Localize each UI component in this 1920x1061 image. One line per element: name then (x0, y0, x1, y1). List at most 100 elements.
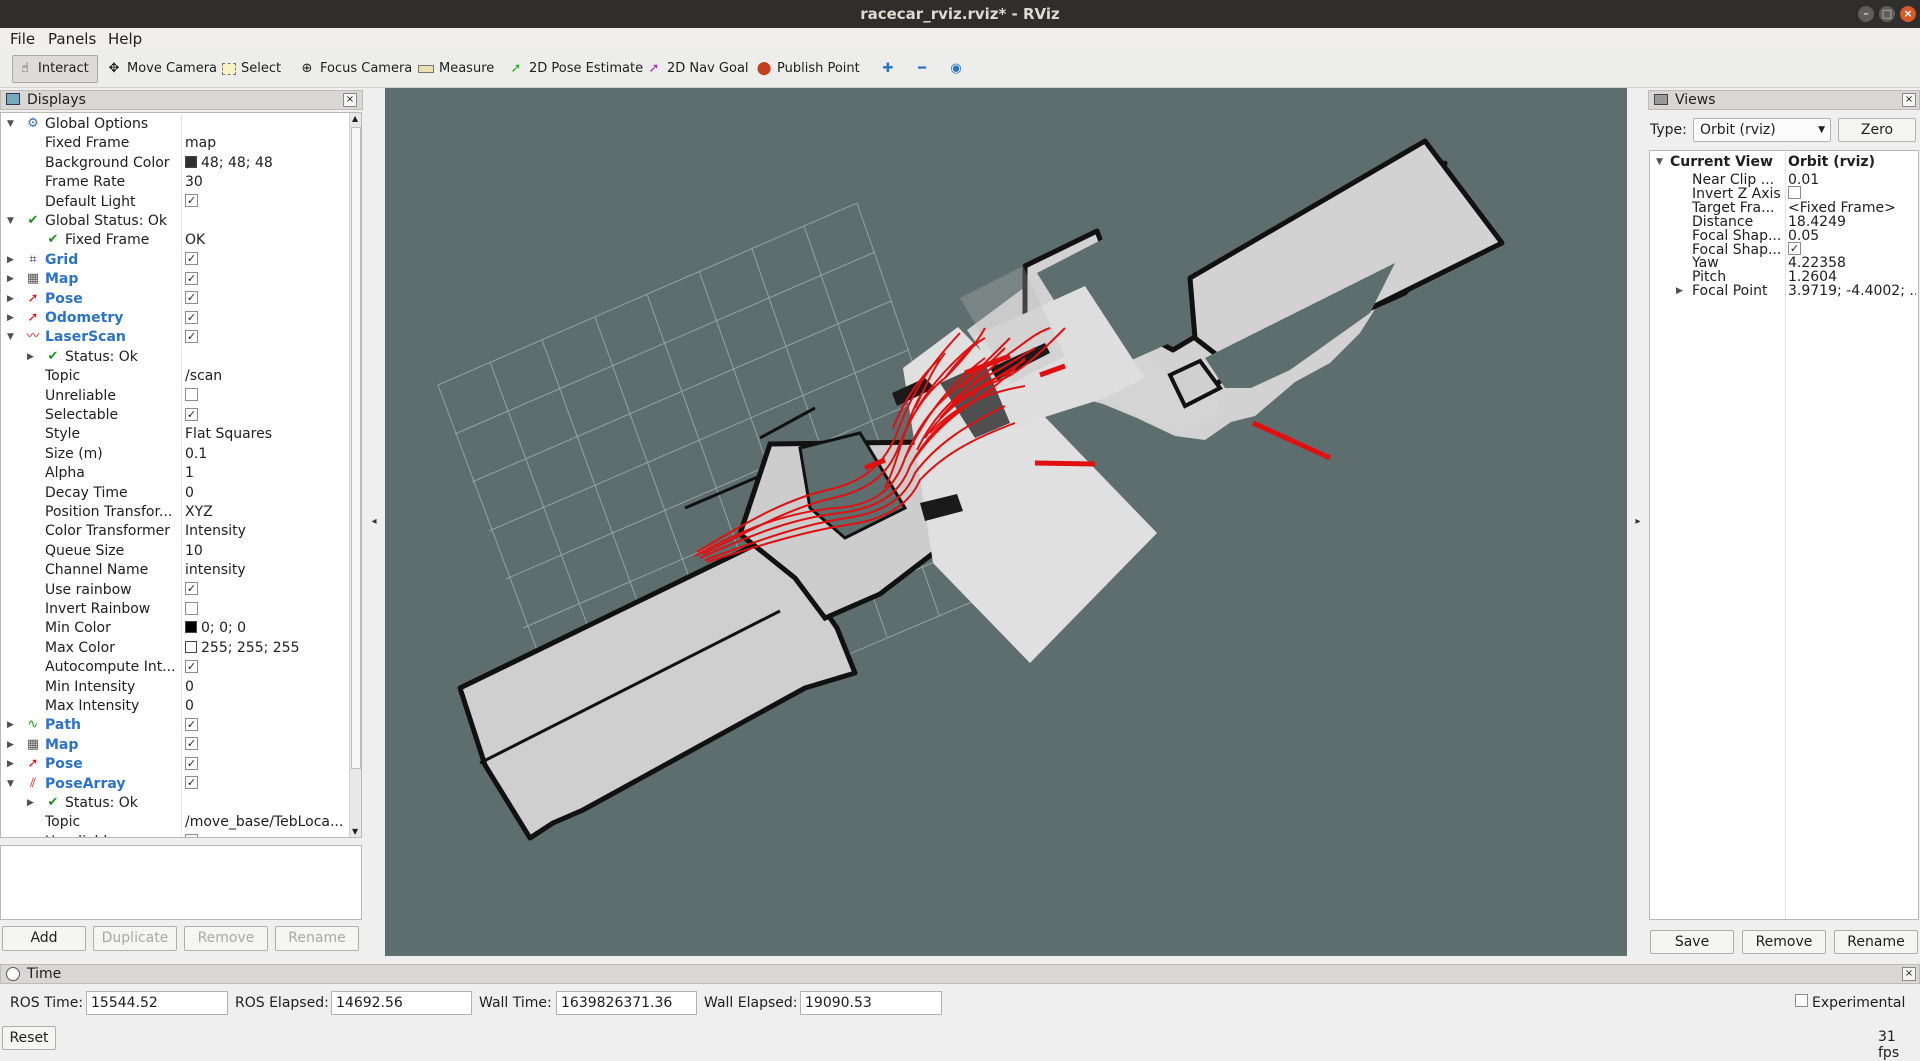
display-row[interactable]: Autocompute Int... ✓ (1, 658, 349, 678)
display-row[interactable]: ▶ ➚ Pose ✓ (1, 755, 349, 775)
chevron-down-icon[interactable]: ▼ (1656, 154, 1663, 171)
move-camera-tool[interactable]: ✥ Move Camera (102, 55, 221, 83)
display-row-value[interactable]: ✓ (185, 716, 345, 735)
checkbox[interactable] (185, 601, 198, 615)
measure-tool[interactable]: Measure (414, 55, 498, 83)
color-swatch[interactable] (185, 155, 197, 168)
save-view-button[interactable]: Save (1650, 930, 1734, 954)
display-row[interactable]: Unreliable (1, 386, 349, 406)
display-row-value[interactable]: 10 (185, 542, 345, 561)
display-row-value[interactable]: 48; 48; 48 (185, 154, 345, 173)
view-property-row[interactable]: ▶ Focal Point 3.9719; -4.4002; ... (1650, 283, 1918, 300)
display-row[interactable]: Default Light ✓ (1, 192, 349, 212)
display-row-value[interactable]: XYZ (185, 503, 345, 522)
display-row-value[interactable]: 30 (185, 173, 345, 192)
checkbox[interactable]: ✓ (185, 582, 198, 596)
display-row[interactable]: ▼ ⚙ Global Options (1, 115, 349, 134)
chevron-right-icon[interactable]: ▶ (1676, 283, 1683, 300)
display-row[interactable]: Size (m) 0.1 (1, 444, 349, 464)
display-row-value[interactable]: ✓ (185, 406, 345, 425)
display-row-value[interactable]: Intensity (185, 522, 345, 541)
display-row-value[interactable]: 255; 255; 255 (185, 639, 345, 658)
close-icon[interactable]: × (1902, 93, 1916, 107)
display-row[interactable]: ✔ Fixed Frame OK (1, 231, 349, 251)
display-row-value[interactable]: ✓ (185, 581, 345, 600)
display-row[interactable]: Max Color 255; 255; 255 (1, 638, 349, 658)
checkbox[interactable]: ✓ (185, 776, 198, 790)
scroll-up-icon[interactable]: ▲ (352, 114, 358, 123)
checkbox[interactable] (185, 388, 198, 402)
view-property-value[interactable]: 3.9719; -4.4002; ... (1788, 283, 1916, 300)
ros-time-field[interactable]: 15544.52 (86, 991, 228, 1015)
display-row-value[interactable] (185, 600, 345, 619)
display-row[interactable]: ▶ ➚ Pose ✓ (1, 289, 349, 309)
display-row[interactable]: Color Transformer Intensity (1, 522, 349, 542)
display-row-value[interactable]: ✓ (185, 251, 345, 270)
display-row[interactable]: ▶ ✔ Status: Ok (1, 794, 349, 813)
rename-view-button[interactable]: Rename (1834, 930, 1918, 954)
wall-elapsed-field[interactable]: 19090.53 (800, 991, 942, 1015)
displays-tree[interactable]: ▼ ⚙ Global Options Fixed Frame map Background… (0, 112, 362, 838)
close-icon[interactable]: × (1900, 6, 1916, 22)
camera-type-button[interactable]: ◉ (944, 55, 968, 83)
display-row-value[interactable]: ✓ (185, 270, 345, 289)
current-view-row[interactable]: ▼ Current View Orbit (rviz) (1650, 154, 1918, 171)
display-row[interactable]: Topic/scan (1, 367, 349, 387)
display-row-value[interactable]: ✓ (185, 290, 345, 309)
display-row-value[interactable] (185, 833, 345, 837)
display-row-value[interactable]: map (185, 134, 345, 153)
display-row-value[interactable]: 0.1 (185, 445, 345, 464)
display-row[interactable]: ▼ 〰 LaserScan ✓ (1, 328, 349, 348)
scroll-down-icon[interactable]: ▼ (352, 827, 358, 836)
right-splitter-handle[interactable]: ▸ (1627, 88, 1649, 956)
checkbox[interactable]: ✓ (185, 737, 198, 751)
zero-button[interactable]: Zero (1838, 118, 1916, 142)
display-row-value[interactable]: ✓ (185, 658, 345, 677)
display-row[interactable]: Selectable ✓ (1, 406, 349, 425)
reset-button[interactable]: Reset (2, 1026, 56, 1050)
display-row-value[interactable]: 0 (185, 484, 345, 503)
display-row-value[interactable]: Flat Squares (185, 425, 345, 444)
display-row-value[interactable]: ✓ (185, 736, 345, 755)
display-row-value[interactable]: ✓ (185, 328, 345, 347)
checkbox[interactable]: ✓ (185, 252, 198, 266)
nav-goal-tool[interactable]: ➚ 2D Nav Goal (642, 55, 753, 83)
chevron-right-icon[interactable]: ▶ (7, 251, 14, 270)
display-row[interactable]: Fixed Frame map (1, 134, 349, 154)
checkbox[interactable]: ✓ (185, 310, 198, 324)
menu-help[interactable]: Help (108, 30, 142, 48)
display-row[interactable]: ▶ ✔ Status: Ok (1, 347, 349, 367)
select-tool[interactable]: Select (218, 55, 285, 83)
display-row-value[interactable]: ✓ (185, 775, 345, 794)
display-row-value[interactable]: 1 (185, 464, 345, 483)
chevron-right-icon[interactable]: ▶ (7, 309, 14, 328)
display-row[interactable]: Max Intensity 0 (1, 697, 349, 716)
chevron-right-icon[interactable]: ▶ (27, 348, 34, 367)
remove-tool-button[interactable]: ━ (910, 55, 934, 83)
pose-estimate-tool[interactable]: ➚ 2D Pose Estimate (504, 55, 647, 83)
display-row[interactable]: Position Transfor... XYZ (1, 503, 349, 522)
checkbox[interactable]: ✓ (1788, 242, 1801, 255)
display-row[interactable]: Min Color 0; 0; 0 (1, 619, 349, 639)
chevron-down-icon[interactable]: ▼ (7, 115, 14, 134)
display-row[interactable]: Background Color 48; 48; 48 (1, 153, 349, 173)
display-row-value[interactable]: /move_base/TebLoca... (185, 813, 345, 832)
display-row[interactable]: Decay Time 0 (1, 483, 349, 503)
color-swatch[interactable] (185, 640, 197, 653)
checkbox[interactable] (1788, 186, 1801, 200)
checkbox[interactable]: ✓ (185, 659, 198, 673)
chevron-right-icon[interactable]: ▶ (7, 736, 14, 755)
remove-button[interactable]: Remove (184, 926, 268, 951)
display-row[interactable]: ▶ ▦ Map ✓ (1, 735, 349, 755)
checkbox[interactable] (185, 834, 198, 837)
focus-camera-tool[interactable]: ⊕ Focus Camera (295, 55, 416, 83)
display-row-value[interactable]: 0 (185, 678, 345, 697)
checkbox[interactable]: ✓ (185, 407, 198, 421)
display-row[interactable]: Style Flat Squares (1, 425, 349, 445)
display-row[interactable]: Frame Rate 30 (1, 173, 349, 193)
color-swatch[interactable] (185, 621, 197, 634)
scrollbar-thumb[interactable] (351, 127, 361, 769)
display-row[interactable]: Queue Size 10 (1, 541, 349, 561)
view-type-select[interactable]: Orbit (rviz) ▼ (1693, 118, 1831, 142)
display-row-value[interactable]: /scan (185, 367, 345, 386)
